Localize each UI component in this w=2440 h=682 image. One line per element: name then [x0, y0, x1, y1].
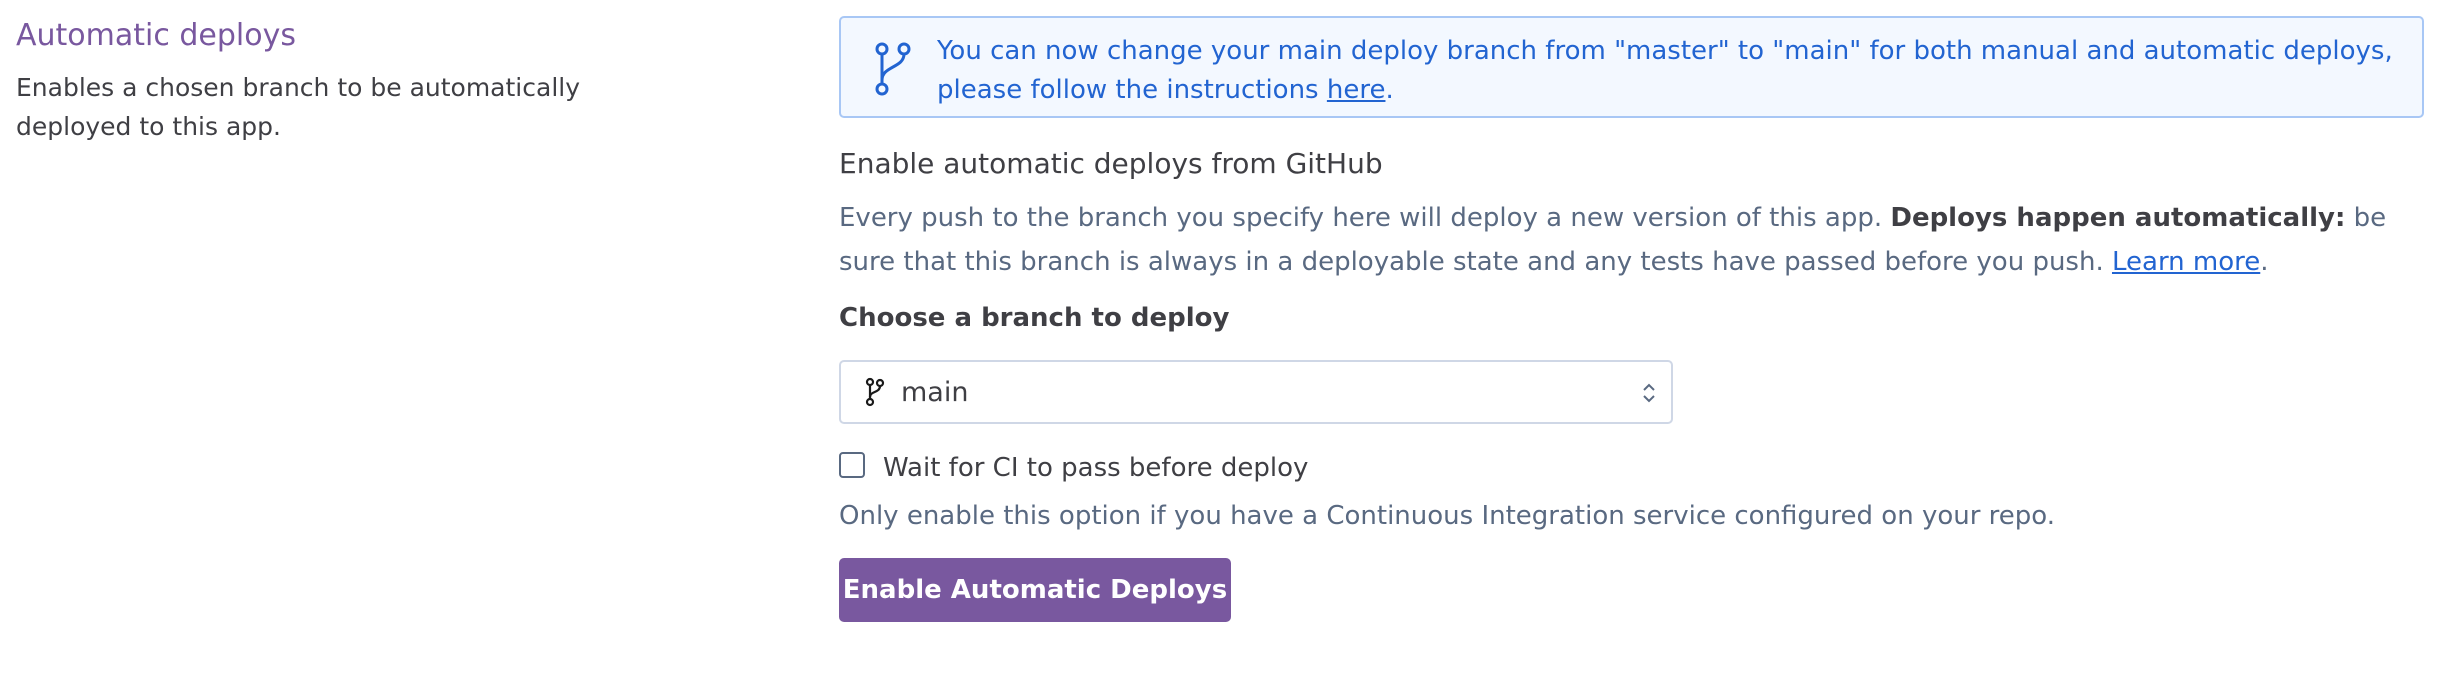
section-header: Automatic deploys Enables a chosen branc…	[16, 16, 616, 146]
branch-select-label: Choose a branch to deploy	[839, 303, 1230, 333]
ci-help-text: Only enable this option if you have a Co…	[839, 501, 2056, 531]
branch-select-value: main	[901, 376, 969, 408]
enable-automatic-deploys-button[interactable]: Enable Automatic Deploys	[839, 558, 1231, 622]
wait-for-ci-checkbox[interactable]	[839, 452, 865, 478]
git-branch-icon	[875, 42, 911, 96]
section-title: Automatic deploys	[16, 18, 297, 53]
branch-rename-notice: You can now change your main deploy bran…	[839, 16, 2424, 118]
learn-more-link[interactable]: Learn more	[2112, 247, 2260, 277]
deploy-settings: You can now change your main deploy bran…	[839, 16, 2424, 622]
branch-select[interactable]: main	[839, 360, 1673, 424]
notice-text: You can now change your main deploy bran…	[937, 36, 2393, 105]
wait-for-ci-row: Wait for CI to pass before deploy	[839, 450, 2424, 486]
git-branch-icon	[865, 377, 885, 407]
notice-instructions-link[interactable]: here	[1327, 75, 1386, 105]
notice-period: .	[1385, 75, 1394, 105]
github-heading: Enable automatic deploys from GitHub	[839, 147, 1383, 180]
section-description: Enables a chosen branch to be automatica…	[16, 73, 581, 141]
info-text-bold: Deploys happen automatically:	[1890, 203, 2346, 233]
info-text-start: Every push to the branch you specify her…	[839, 203, 1891, 233]
chevron-up-down-icon	[1643, 383, 1655, 403]
deploy-info-paragraph: Every push to the branch you specify her…	[839, 196, 2424, 284]
info-text-end: .	[2260, 247, 2269, 277]
automatic-deploys-panel: Automatic deploys Enables a chosen branc…	[0, 0, 2440, 682]
wait-for-ci-label[interactable]: Wait for CI to pass before deploy	[883, 453, 1308, 483]
